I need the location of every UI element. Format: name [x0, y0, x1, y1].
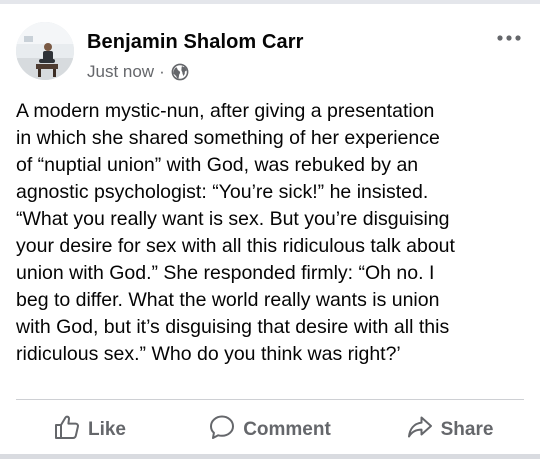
post-body-line: “What you really want is sex. But you’re… [16, 208, 450, 230]
share-button[interactable]: Share [360, 408, 540, 452]
post-body-line: ridiculous sex.” Who do you think was ri… [16, 343, 401, 365]
post-body-line: in which she shared something of her exp… [16, 127, 440, 149]
thumbs-up-icon [54, 414, 88, 446]
post-body-line: agnostic psychologist: “You’re sick!” he… [16, 181, 429, 203]
post-body-line: of “nuptial union” with God, was rebuked… [16, 154, 419, 176]
post-actions-bar: Like Comment Share [0, 408, 540, 452]
like-button[interactable]: Like [0, 408, 180, 452]
share-label: Share [440, 419, 494, 440]
comment-icon [209, 414, 243, 446]
avatar[interactable] [16, 22, 74, 80]
post-body-line: A modern mystic-nun, after giving a pres… [16, 100, 435, 122]
comment-button[interactable]: Comment [180, 408, 360, 452]
post-body-line: union with God.” She responded firmly: “… [16, 262, 435, 284]
author-name[interactable]: Benjamin Shalom Carr [87, 31, 304, 54]
meta-separator: · [159, 62, 165, 81]
post-card: Benjamin Shalom Carr Just now · A modern… [0, 4, 540, 454]
actions-divider [16, 399, 524, 400]
post-body-line: your desire for sex with all this ridicu… [16, 235, 455, 257]
post-body: A modern mystic-nun, after giving a pres… [16, 98, 528, 368]
more-options-icon[interactable] [494, 28, 524, 48]
post-meta: Just now · [87, 61, 189, 83]
post-body-line: with God, but it’s disguising that desir… [16, 316, 450, 338]
timestamp[interactable]: Just now [87, 62, 154, 82]
post-body-line: beg to differ. What the world really wan… [16, 289, 440, 311]
share-arrow-icon [407, 414, 441, 446]
like-label: Like [87, 419, 127, 440]
comment-label: Comment [243, 419, 331, 440]
globe-icon[interactable] [171, 63, 189, 81]
bottom-separator-strip [0, 454, 540, 459]
